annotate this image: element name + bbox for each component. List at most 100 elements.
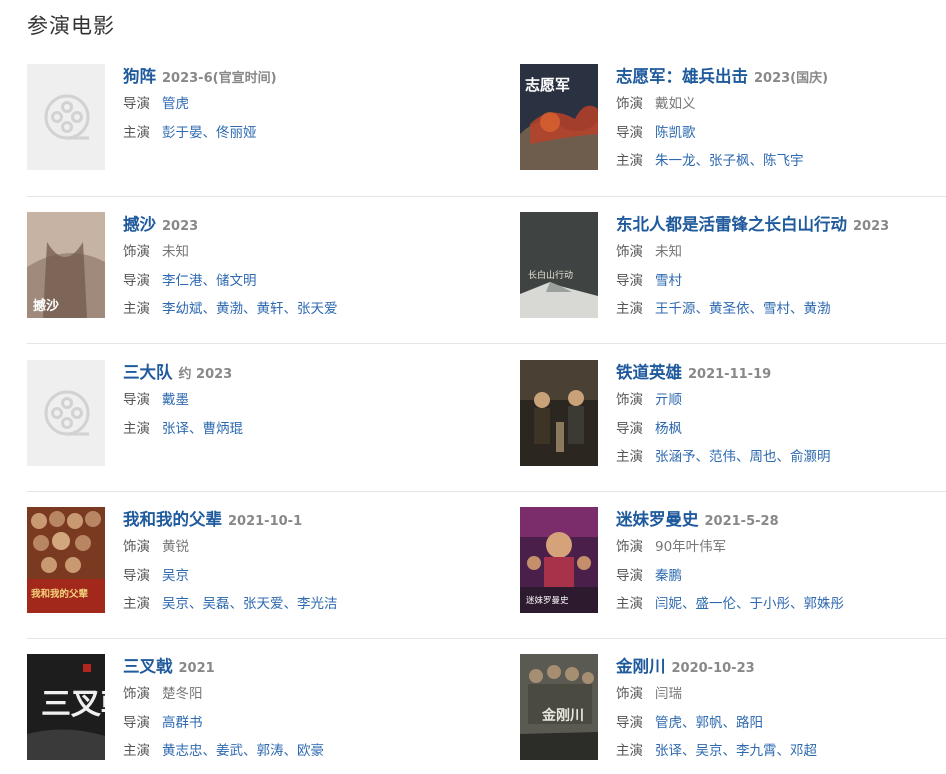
movie-title[interactable]: 撼沙 <box>123 215 156 234</box>
poster-image: 志愿军 <box>520 64 598 170</box>
movie-title[interactable]: 东北人都是活雷锋之长白山行动 <box>616 215 847 234</box>
role-row: 饰演 楚冬阳 <box>123 680 493 709</box>
row-label: 主演 <box>616 743 643 759</box>
movie-info: 狗阵 2023-6(官宣时间) 导演 管虎 主演 彭于晏、佟丽娅 <box>123 64 493 147</box>
director-row: 导演 雪村 <box>616 267 946 296</box>
cast-links[interactable]: 闫妮、盛一伦、于小彤、郭姝彤 <box>655 596 844 612</box>
row-label: 饰演 <box>123 686 150 702</box>
director-link[interactable]: 李仁港、储文明 <box>162 273 257 289</box>
director-row: 导演 杨枫 <box>616 415 946 444</box>
movie-title[interactable]: 我和我的父辈 <box>123 510 222 529</box>
movie-poster[interactable] <box>27 64 105 170</box>
cast-links[interactable]: 张涵予、范伟、周也、俞灏明 <box>655 449 831 465</box>
row-label: 导演 <box>123 392 150 408</box>
role-row: 饰演 闫瑞 <box>616 680 946 709</box>
cast-row: 主演 张译、曹炳琨 <box>123 415 493 444</box>
director-row: 导演 吴京 <box>123 562 493 591</box>
director-link[interactable]: 管虎、郭帆、路阳 <box>655 715 763 731</box>
movie-title[interactable]: 三大队 <box>123 363 173 382</box>
cast-row: 主演 王千源、黄圣依、雪村、黄渤 <box>616 295 946 324</box>
movie-poster[interactable]: 迷妹罗曼史 <box>520 507 598 613</box>
movie-title[interactable]: 三叉戟 <box>123 657 173 676</box>
movie-info: 东北人都是活雷锋之长白山行动 2023 饰演 未知 导演 雪村 主演 王千源、黄圣依、雪… <box>616 212 946 324</box>
movie-poster[interactable]: 长白山行动 <box>520 212 598 318</box>
director-link[interactable]: 管虎 <box>162 96 189 112</box>
movie-date: 2021-10-1 <box>228 514 303 529</box>
role-row: 饰演 黄锐 <box>123 533 493 562</box>
movie-title[interactable]: 志愿军：雄兵出击 <box>616 67 748 86</box>
movie-info: 三大队约 2023 导演 戴墨 主演 张译、曹炳琨 <box>123 360 493 443</box>
director-link[interactable]: 杨枫 <box>655 421 682 437</box>
row-label: 饰演 <box>616 392 643 408</box>
movie-info: 金刚川 2020-10-23 饰演 闫瑞 导演 管虎、郭帆、路阳 主演 张译、吴京、李九… <box>616 654 946 766</box>
cast-links[interactable]: 张译、吴京、李九霄、邓超 <box>655 743 817 759</box>
poster-caption: 长白山行动 <box>528 269 573 281</box>
movie-info: 我和我的父辈 2021-10-1 饰演 黄锐 导演 吴京 主演 吴京、吴磊、张天爱、李光… <box>123 507 493 619</box>
movie-poster[interactable] <box>27 360 105 466</box>
poster-image: 金刚川 <box>520 654 598 760</box>
movie-poster[interactable]: 我和我的父辈 <box>27 507 105 613</box>
role-row: 饰演 亓顺 <box>616 386 946 415</box>
cast-row: 主演 朱一龙、张子枫、陈飞宇 <box>616 147 946 176</box>
movie-item: 志愿军 志愿军：雄兵出击 2023(国庆) 饰演 戴如义 导演 陈凯歌 主演 朱一龙、张… <box>520 64 946 184</box>
row-label: 主演 <box>616 449 643 465</box>
movie-poster[interactable]: 三叉戟 <box>27 654 105 760</box>
director-row: 导演 秦鹏 <box>616 562 946 591</box>
row-label: 导演 <box>616 420 643 437</box>
cast-links[interactable]: 彭于晏、佟丽娅 <box>162 125 257 141</box>
director-link[interactable]: 陈凯歌 <box>655 125 696 141</box>
director-row: 导演 高群书 <box>123 709 493 738</box>
movie-item: 长白山行动 东北人都是活雷锋之长白山行动 2023 饰演 未知 导演 雪村 主演 王千源… <box>520 212 946 332</box>
movie-poster[interactable]: 志愿军 <box>520 64 598 170</box>
movie-item: 三大队约 2023 导演 戴墨 主演 张译、曹炳琨 <box>27 360 493 480</box>
director-row: 导演 戴墨 <box>123 386 493 415</box>
cast-links[interactable]: 朱一龙、张子枫、陈飞宇 <box>655 153 804 169</box>
row-label: 导演 <box>123 714 150 731</box>
movie-poster[interactable]: 撼沙 <box>27 212 105 318</box>
cast-links[interactable]: 王千源、黄圣依、雪村、黄渤 <box>655 301 831 317</box>
cast-links[interactable]: 黄志忠、姜武、郭涛、欧豪 <box>162 743 324 759</box>
poster-image: 撼沙 <box>27 212 105 318</box>
role-row: 饰演 未知 <box>123 238 493 267</box>
role-row: 饰演 90年叶伟军 <box>616 533 946 562</box>
row-label: 主演 <box>123 420 150 437</box>
movie-info: 志愿军：雄兵出击 2023(国庆) 饰演 戴如义 导演 陈凯歌 主演 朱一龙、张子枫、陈… <box>616 64 946 176</box>
cast-links[interactable]: 张译、曹炳琨 <box>162 421 243 437</box>
poster-image: 迷妹罗曼史 <box>520 507 598 613</box>
movie-title[interactable]: 金刚川 <box>616 657 666 676</box>
director-link[interactable]: 吴京 <box>162 568 189 584</box>
poster-caption: 志愿军 <box>525 76 570 94</box>
poster-caption: 我和我的父辈 <box>31 588 89 600</box>
poster-image: 三叉戟 <box>27 654 105 760</box>
movie-item: 迷妹罗曼史 迷妹罗曼史 2021-5-28 饰演 90年叶伟军 导演 秦鹏 主演 闫妮、… <box>520 507 946 627</box>
film-reel-placeholder-icon <box>44 94 90 140</box>
movie-date: 2023 <box>162 219 199 234</box>
row-label: 主演 <box>123 743 150 759</box>
movie-title[interactable]: 铁道英雄 <box>616 363 682 382</box>
divider <box>27 343 946 344</box>
director-link[interactable]: 秦鹏 <box>655 568 682 584</box>
director-link[interactable]: 雪村 <box>655 273 682 289</box>
cast-row: 主演 张译、吴京、李九霄、邓超 <box>616 737 946 766</box>
row-label: 主演 <box>616 153 643 169</box>
role-value: 未知 <box>655 244 682 260</box>
cast-row: 主演 李幼斌、黄渤、黄轩、张天爱 <box>123 295 493 324</box>
poster-image <box>520 360 598 466</box>
director-link[interactable]: 戴墨 <box>162 392 189 408</box>
movie-item: 金刚川 金刚川 2020-10-23 饰演 闫瑞 导演 管虎、郭帆、路阳 主演 张译、吴… <box>520 654 946 774</box>
director-row: 导演 管虎、郭帆、路阳 <box>616 709 946 738</box>
row-label: 导演 <box>123 567 150 584</box>
role-link[interactable]: 亓顺 <box>655 392 682 408</box>
movie-info: 迷妹罗曼史 2021-5-28 饰演 90年叶伟军 导演 秦鹏 主演 闫妮、盛一伦、于小… <box>616 507 946 619</box>
movie-date: 2021-5-28 <box>704 514 779 529</box>
cast-links[interactable]: 吴京、吴磊、张天爱、李光洁 <box>162 596 338 612</box>
movie-poster[interactable]: 金刚川 <box>520 654 598 760</box>
movie-poster[interactable] <box>520 360 598 466</box>
movie-date: 2021-11-19 <box>688 367 772 382</box>
movie-title[interactable]: 迷妹罗曼史 <box>616 510 699 529</box>
row-label: 饰演 <box>616 96 643 112</box>
cast-row: 主演 彭于晏、佟丽娅 <box>123 119 493 148</box>
movie-title[interactable]: 狗阵 <box>123 67 156 86</box>
cast-links[interactable]: 李幼斌、黄渤、黄轩、张天爱 <box>162 301 338 317</box>
director-link[interactable]: 高群书 <box>162 715 203 731</box>
